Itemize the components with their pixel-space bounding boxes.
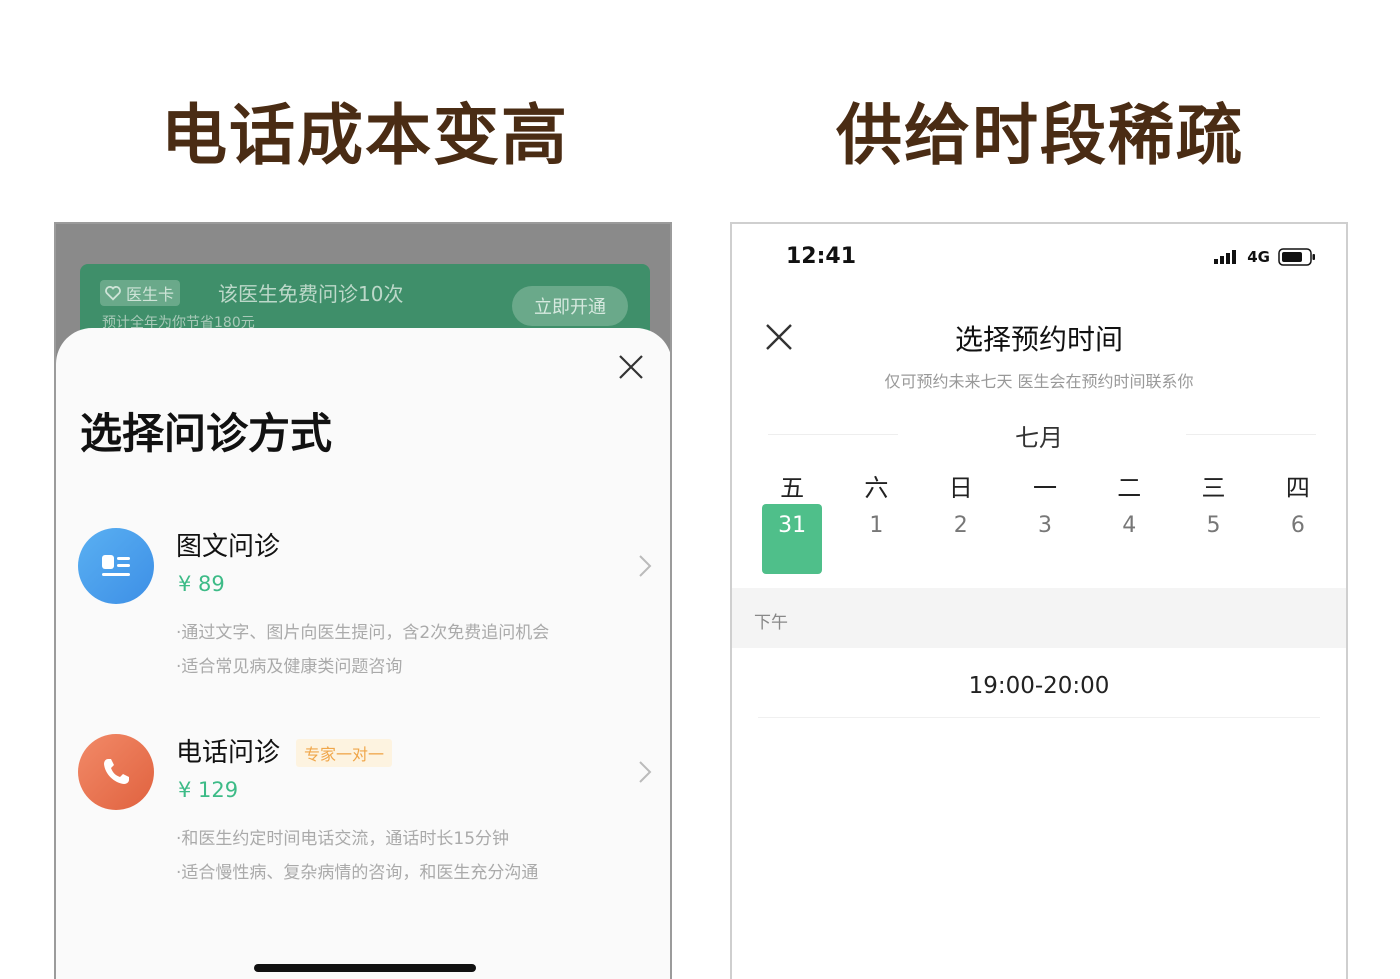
day-date: 31	[778, 513, 807, 538]
network-label: 4G	[1247, 248, 1270, 266]
section-label: 下午	[754, 613, 788, 633]
day-date: 2	[953, 513, 968, 538]
section-header: 下午	[732, 588, 1346, 648]
chevron-right-icon	[639, 761, 652, 783]
sheet-title: 选择问诊方式	[80, 409, 333, 458]
chevron-right-icon	[639, 555, 652, 577]
option-desc: ·适合慢性病、复杂病情的咨询，和医生充分沟通	[176, 863, 539, 883]
day-cell[interactable]: 二 4	[1087, 470, 1171, 570]
option-title: 电话问诊	[176, 738, 281, 768]
right-heading: 供给时段稀疏	[836, 97, 1244, 174]
day-weekday: 一	[1032, 474, 1057, 502]
consult-method-sheet: 选择问诊方式 图文问诊 ¥ 89 ·通过文字、图片向医生提问，含2次免费追问机会…	[56, 328, 670, 979]
day-weekday: 四	[1285, 474, 1310, 502]
day-cell[interactable]: 一 3	[1003, 470, 1087, 570]
heart-icon	[105, 286, 121, 301]
day-weekday: 五	[780, 474, 805, 502]
day-weekday: 三	[1201, 474, 1226, 502]
day-weekday: 六	[864, 474, 889, 502]
status-icons: 4G	[1213, 248, 1316, 266]
day-date: 5	[1206, 513, 1221, 538]
option-title: 图文问诊	[176, 532, 281, 562]
modal-title: 选择预约时间	[954, 323, 1123, 356]
consult-method-screen: 医生卡 该医生免费问诊10次 预计全年为你节省180元 立即开通 选择问诊方式 …	[54, 222, 672, 979]
time-slot[interactable]: 19:00-20:00	[758, 654, 1320, 718]
banner-text: 该医生免费问诊10次	[218, 282, 404, 306]
day-weekday: 二	[1117, 474, 1142, 502]
doctor-card-badge: 医生卡	[100, 280, 181, 306]
day-picker: 五 31 六 1 日 2 一 3 二 4 三 5 四 6	[750, 470, 1340, 574]
phone-consult-option[interactable]: 电话问诊 专家一对一 ¥ 129 ·和医生约定时间电话交流，通话时长15分钟 ·…	[56, 724, 670, 904]
modal-subtitle: 仅可预约未来七天 医生会在预约时间联系你	[884, 372, 1194, 391]
text-consult-option[interactable]: 图文问诊 ¥ 89 ·通过文字、图片向医生提问，含2次免费追问机会 ·适合常见病…	[56, 518, 670, 698]
day-cell[interactable]: 日 2	[919, 470, 1003, 570]
open-now-button[interactable]: 立即开通	[512, 286, 628, 326]
status-time: 12:41	[786, 244, 857, 269]
day-date: 1	[869, 513, 884, 538]
signal-icon	[1214, 250, 1237, 264]
day-date: 3	[1037, 513, 1052, 538]
close-icon[interactable]	[616, 352, 646, 382]
phone-icon	[78, 734, 154, 810]
option-price: ¥ 129	[178, 778, 239, 802]
day-weekday: 日	[948, 474, 973, 502]
day-cell[interactable]: 三 5	[1171, 470, 1255, 570]
battery-icon	[1278, 248, 1315, 266]
text-consult-icon	[78, 528, 154, 604]
home-indicator	[254, 964, 476, 972]
doctor-card-badge-label: 医生卡	[126, 285, 175, 304]
day-cell[interactable]: 四 6	[1256, 470, 1340, 570]
left-heading: 电话成本变高	[161, 97, 569, 174]
day-cell[interactable]: 五 31	[750, 470, 834, 574]
option-desc: ·适合常见病及健康类问题咨询	[176, 657, 403, 677]
day-date: 4	[1122, 513, 1137, 538]
month-label: 七月	[1015, 424, 1063, 452]
day-date: 6	[1290, 513, 1305, 538]
option-desc: ·和医生约定时间电话交流，通话时长15分钟	[176, 829, 510, 849]
day-cell[interactable]: 六 1	[834, 470, 918, 570]
appointment-time-screen: 12:41 4G 选择预约时间 仅可预约未来七天 医生会在预约时间联系你 七月 …	[730, 222, 1348, 979]
expert-tag: 专家一对一	[296, 739, 393, 767]
option-desc: ·通过文字、图片向医生提问，含2次免费追问机会	[176, 623, 550, 643]
option-price: ¥ 89	[178, 572, 225, 596]
